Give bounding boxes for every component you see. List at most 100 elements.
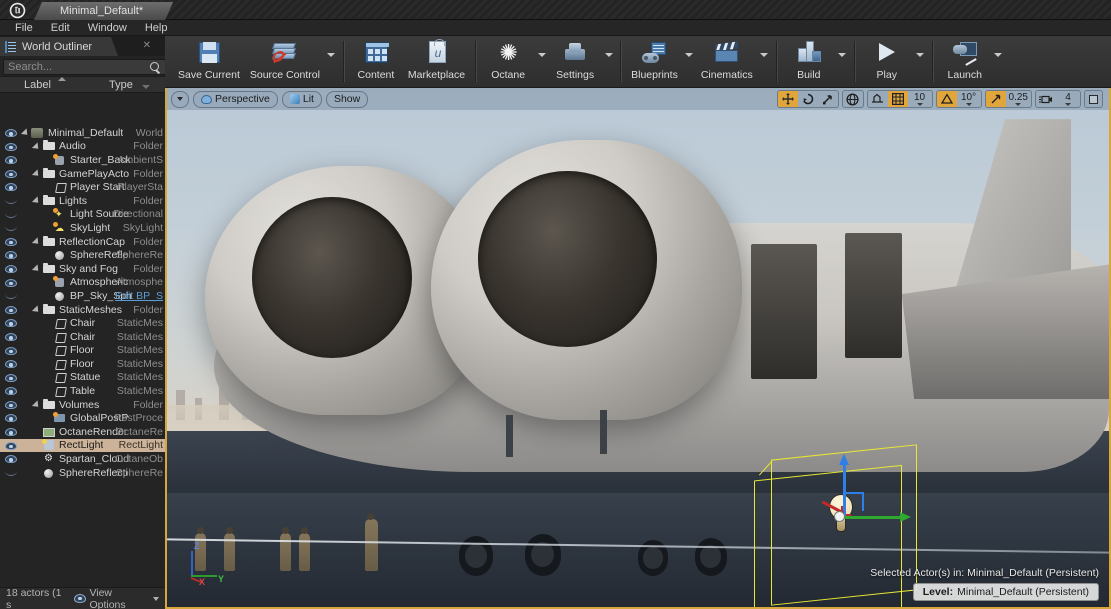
expander-icon[interactable] (33, 140, 42, 154)
outliner-row-floor[interactable]: Floor StaticMes (0, 344, 165, 358)
angle-snap-value[interactable]: 10° (957, 91, 981, 107)
view-options-button[interactable]: View Options (73, 587, 159, 609)
eye-visible-icon[interactable] (0, 276, 22, 290)
eye-hidden-icon[interactable] (0, 208, 22, 222)
column-header-type[interactable]: Type (109, 79, 165, 91)
outliner-row-floor[interactable]: Floor StaticMes (0, 357, 165, 371)
outliner-row-rectlight[interactable]: RectLight RectLight (0, 438, 165, 453)
lighting-mode-button[interactable]: Lit (281, 90, 322, 108)
eye-visible-icon[interactable] (0, 140, 22, 154)
eye-hidden-icon[interactable] (0, 194, 22, 208)
expander-icon[interactable] (33, 303, 42, 317)
menu-window[interactable]: Window (79, 20, 136, 36)
outliner-row-gameplayacto[interactable]: GamePlayActo Folder (0, 167, 165, 181)
outliner-row-audio[interactable]: Audio Folder (0, 140, 165, 154)
chevron-down-icon[interactable] (602, 36, 615, 87)
chevron-down-icon[interactable] (914, 36, 927, 87)
surface-snap-icon[interactable] (868, 91, 888, 107)
octane-button[interactable]: ✺ Octane (481, 36, 535, 87)
eye-visible-icon[interactable] (0, 357, 22, 371)
outliner-row-minimal-default[interactable]: Minimal_Default World (0, 126, 165, 140)
viewport-render-area[interactable]: Z Y X Selected Actor(s) in: Minimal_Defa… (167, 88, 1109, 607)
grid-snap-value[interactable]: 10 (908, 91, 932, 107)
eye-hidden-icon[interactable] (0, 466, 22, 480)
outliner-row-chair[interactable]: Chair StaticMes (0, 330, 165, 344)
outliner-row-octanerender[interactable]: OctaneRender OctaneRe (0, 425, 165, 439)
edit-blueprint-link[interactable]: Edit BP_S (115, 290, 163, 302)
eye-visible-icon[interactable] (0, 235, 22, 249)
view-mode-button[interactable]: Perspective (193, 90, 278, 108)
play-button[interactable]: Play (860, 36, 914, 87)
eye-visible-icon[interactable] (0, 316, 22, 330)
eye-visible-icon[interactable] (0, 425, 22, 439)
viewport-options-icon[interactable] (171, 90, 189, 108)
eye-visible-icon[interactable] (0, 371, 22, 385)
eye-visible-icon[interactable] (0, 262, 22, 276)
world-coordinates-icon[interactable] (843, 91, 863, 107)
search-box[interactable] (3, 59, 166, 75)
expander-icon[interactable] (33, 194, 42, 208)
gizmo-center-handle[interactable] (834, 511, 845, 522)
expander-icon[interactable] (33, 262, 42, 276)
column-header-label[interactable]: Label (24, 76, 109, 91)
gizmo-axis-z[interactable] (839, 454, 849, 516)
content-button[interactable]: Content (349, 36, 403, 87)
translate-gizmo[interactable] (821, 454, 911, 522)
eye-visible-icon[interactable] (0, 452, 22, 466)
eye-hidden-icon[interactable] (0, 221, 22, 235)
tab-world-outliner[interactable]: World Outliner (0, 37, 118, 56)
outliner-row-lights[interactable]: Lights Folder (0, 194, 165, 208)
outliner-row-sphererefle[interactable]: SphereRefle SphereRe (0, 248, 165, 262)
launch-button[interactable]: Launch (938, 36, 992, 87)
save-current-button[interactable]: Save Current (173, 36, 245, 87)
eye-visible-icon[interactable] (0, 126, 22, 140)
chevron-down-icon[interactable] (758, 36, 771, 87)
eye-visible-icon[interactable] (0, 153, 22, 167)
outliner-row-spherereflecti[interactable]: SphereReflecti SphereRe (0, 466, 165, 480)
eye-visible-icon[interactable] (0, 344, 22, 358)
maximize-viewport-icon[interactable] (1084, 90, 1103, 108)
expander-icon[interactable] (33, 398, 42, 412)
camera-speed-icon[interactable] (1036, 91, 1056, 107)
eye-visible-icon[interactable] (0, 180, 22, 194)
chevron-down-icon[interactable] (683, 36, 696, 87)
outliner-row-table[interactable]: Table StaticMes (0, 384, 165, 398)
translate-mode-icon[interactable] (777, 91, 798, 107)
angle-snap-icon[interactable] (936, 91, 957, 107)
gizmo-axis-y[interactable] (843, 512, 911, 522)
scale-snap-value[interactable]: 0.25 (1006, 91, 1031, 107)
scale-mode-icon[interactable] (818, 91, 838, 107)
outliner-row-player-start[interactable]: Player Start PlayerSta (0, 180, 165, 194)
eye-visible-icon[interactable] (0, 330, 22, 344)
show-menu-button[interactable]: Show (325, 90, 369, 108)
close-icon[interactable]: ✕ (143, 40, 151, 51)
eye-hidden-icon[interactable] (0, 289, 22, 303)
outliner-row-staticmeshes[interactable]: StaticMeshes Folder (0, 303, 165, 317)
cinematics-button[interactable]: Cinematics (696, 36, 758, 87)
grid-snap-icon[interactable] (887, 91, 908, 107)
outliner-row-spartan-cloud[interactable]: ⚙ Spartan_Cloud OctaneOb (0, 452, 165, 466)
menu-file[interactable]: File (6, 20, 42, 36)
camera-speed-value[interactable]: 4 (1056, 91, 1080, 107)
current-level-badge[interactable]: Level: Minimal_Default (Persistent) (912, 583, 1099, 601)
eye-visible-icon[interactable] (0, 384, 22, 398)
outliner-row-volumes[interactable]: Volumes Folder (0, 398, 165, 412)
chevron-down-icon[interactable] (325, 36, 338, 87)
eye-visible-icon[interactable] (0, 303, 22, 317)
source-control-button[interactable]: Source Control (245, 36, 325, 87)
chevron-down-icon[interactable] (992, 36, 1005, 87)
expander-icon[interactable] (33, 235, 42, 249)
chevron-down-icon[interactable] (535, 36, 548, 87)
outliner-row-reflectioncap[interactable]: ReflectionCap Folder (0, 235, 165, 249)
chevron-down-icon[interactable] (836, 36, 849, 87)
eye-visible-icon[interactable] (0, 398, 22, 412)
eye-visible-icon[interactable] (0, 167, 22, 181)
outliner-row-starter-back[interactable]: Starter_Back AmbientS (0, 153, 165, 167)
outliner-row-bp-sky-sph[interactable]: BP_Sky_Sph Edit BP_S (0, 289, 165, 303)
marketplace-button[interactable]: Marketplace (403, 36, 470, 87)
menu-help[interactable]: Help (136, 20, 177, 36)
level-viewport[interactable]: Z Y X Selected Actor(s) in: Minimal_Defa… (165, 88, 1111, 609)
rotate-mode-icon[interactable] (798, 91, 818, 107)
outliner-row-sky-and-fog[interactable]: Sky and Fog Folder (0, 262, 165, 276)
build-button[interactable]: Build (782, 36, 836, 87)
